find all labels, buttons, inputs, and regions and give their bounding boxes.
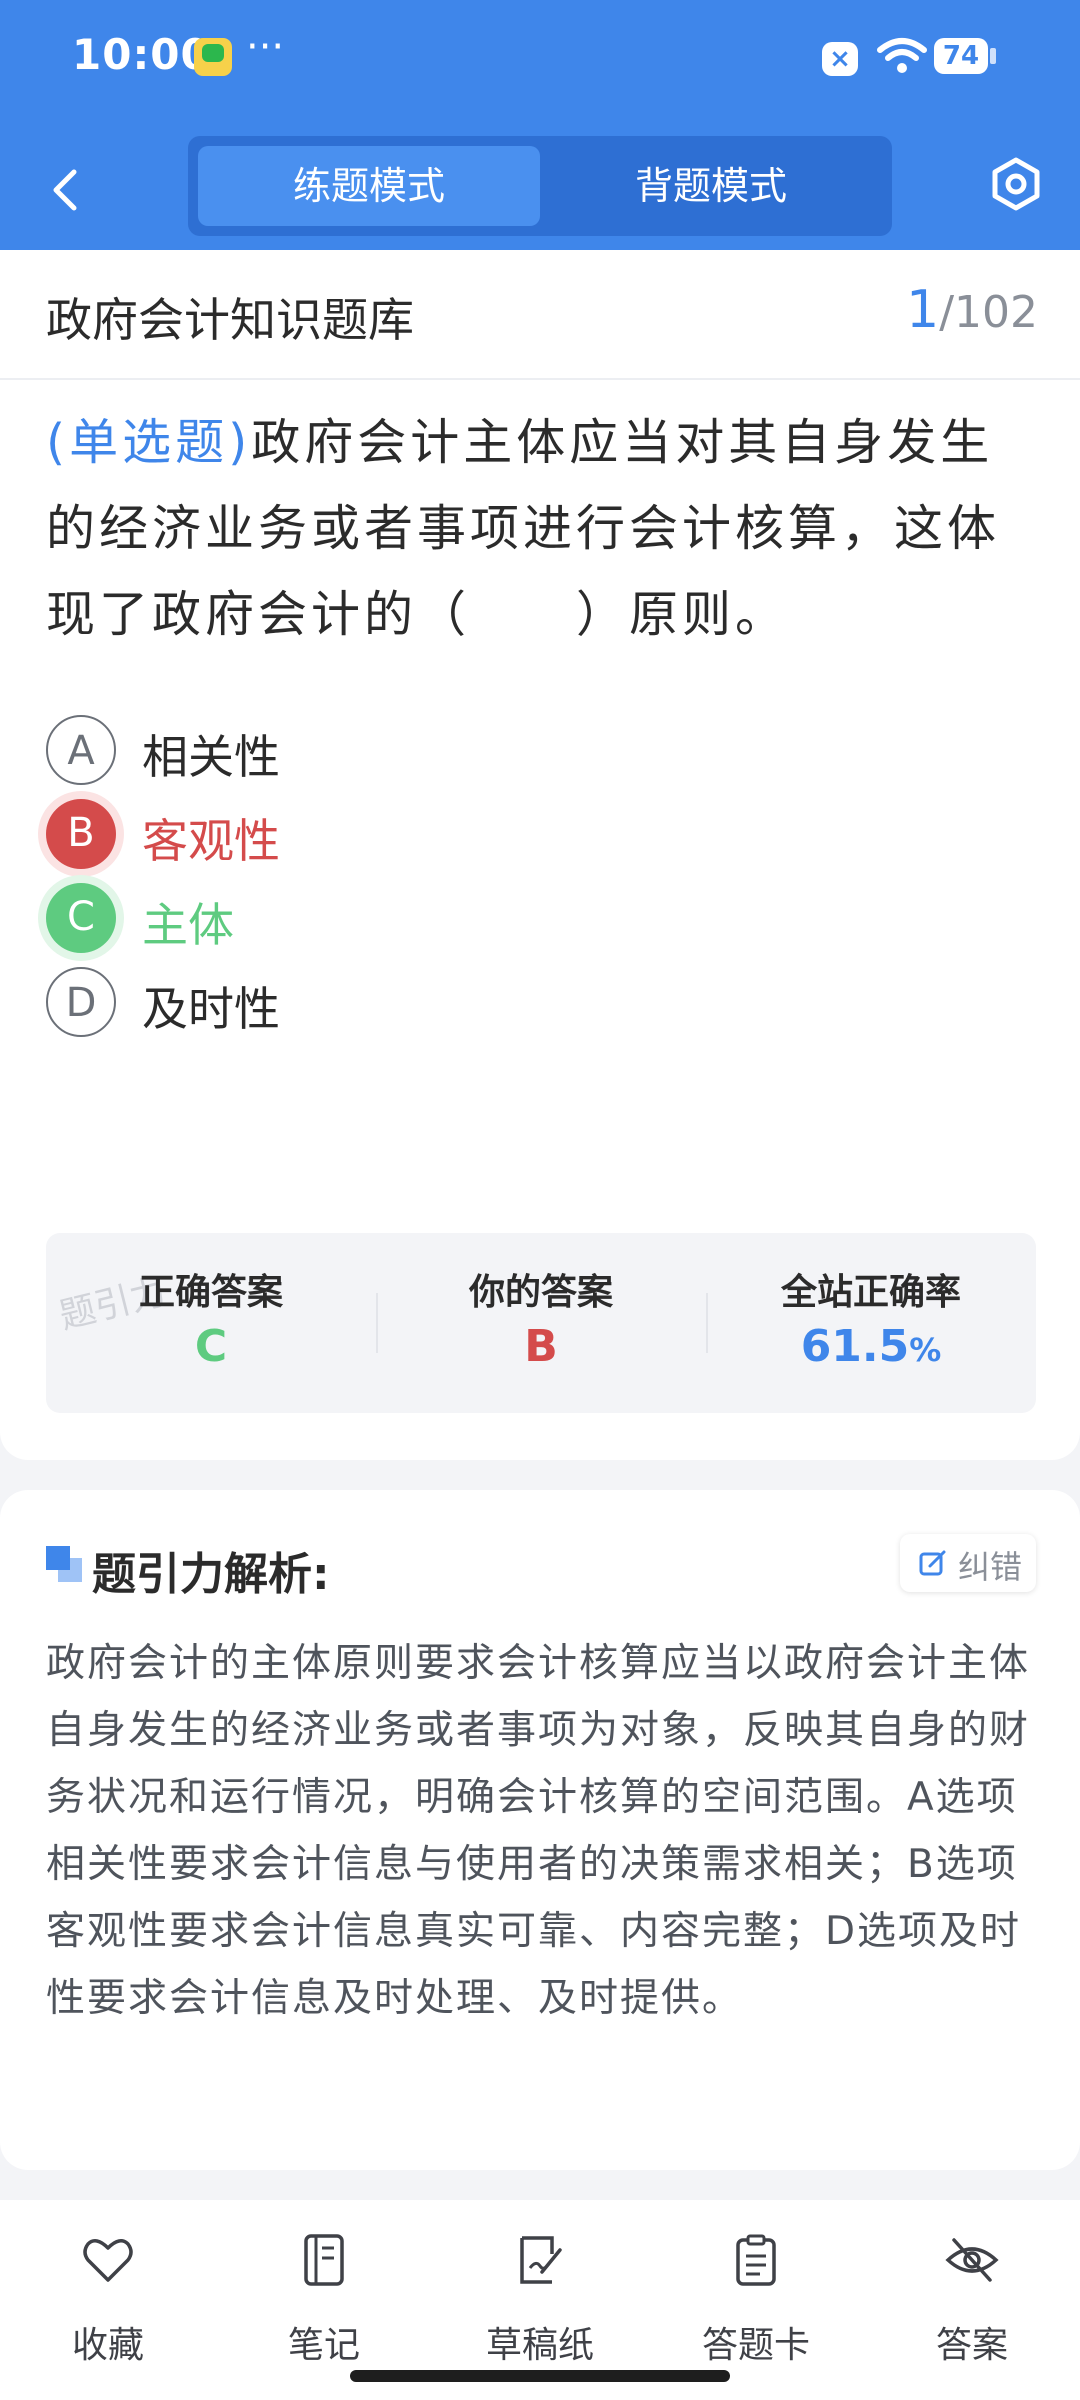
option-letter: D: [46, 967, 116, 1037]
tab-practice-mode[interactable]: 练题模式: [198, 146, 540, 226]
total-questions: /102: [939, 287, 1038, 338]
tab-recite-mode[interactable]: 背题模式: [540, 146, 882, 226]
your-answer: 你的答案 B: [376, 1233, 706, 1413]
correct-answer: 正确答案 C: [46, 1233, 376, 1413]
wifi-icon: [877, 38, 927, 73]
your-answer-value: B: [524, 1321, 558, 1372]
status-time: 10:00: [72, 30, 211, 79]
current-question-number: 1: [906, 280, 940, 340]
home-indicator[interactable]: [350, 2370, 730, 2382]
section-marker-icon: [46, 1546, 82, 1582]
notebook-icon: [304, 2234, 344, 2286]
report-error-button[interactable]: 纠错: [900, 1534, 1036, 1592]
option-text: 及时性: [142, 982, 280, 1036]
option-b[interactable]: B 客观性: [46, 799, 946, 879]
option-text: 主体: [142, 898, 234, 952]
draft-label: 草稿纸: [485, 2325, 594, 2366]
question-bank-title: 政府会计知识题库: [46, 293, 414, 347]
option-letter: C: [46, 883, 116, 953]
clipboard-icon: [736, 2234, 776, 2286]
question-progress: 1/102: [906, 280, 1038, 340]
option-letter: B: [46, 799, 116, 869]
show-answer-button[interactable]: 答案: [872, 2220, 1072, 2366]
analysis-card: 题引力解析: 纠错 政府会计的主体原则要求会计核算应当以政府会计主体自身发生的经…: [0, 1490, 1080, 2170]
question-card: 政府会计知识题库 1/102 (单选题)政府会计主体应当对其自身发生的经济业务或…: [0, 250, 1080, 1460]
answer-card-button[interactable]: 答题卡: [656, 2220, 856, 2366]
analysis-text: 政府会计的主体原则要求会计核算应当以政府会计主体自身发生的经济业务或者事项为对象…: [46, 1641, 1031, 2021]
top-bar: 10:00 ··· × 74 练题模式 背题模式: [0, 0, 1080, 250]
answer-card-label: 答题卡: [701, 2325, 810, 2366]
notes-label: 笔记: [287, 2325, 360, 2366]
notes-button[interactable]: 笔记: [224, 2220, 424, 2366]
site-accuracy: 全站正确率 61.5%: [706, 1233, 1036, 1413]
accuracy-number: 61.5: [800, 1321, 910, 1372]
eye-off-icon: [945, 2238, 999, 2282]
answer-label: 答案: [935, 2325, 1008, 2366]
question-text: (单选题)政府会计主体应当对其自身发生的经济业务或者事项进行会计核算，这体现了政…: [46, 400, 1036, 658]
draft-icon: [520, 2236, 562, 2284]
question-type: (单选题): [46, 414, 252, 471]
draft-paper-button[interactable]: 草稿纸: [440, 2220, 640, 2366]
back-icon[interactable]: [40, 158, 92, 222]
site-accuracy-value: 61.5%: [706, 1321, 1036, 1372]
edit-icon: [919, 1550, 946, 1576]
accuracy-unit: %: [909, 1331, 942, 1369]
option-c[interactable]: C 主体: [46, 883, 946, 963]
option-letter: A: [46, 715, 116, 785]
battery-indicator: 74: [934, 38, 996, 74]
option-text: 相关性: [142, 730, 280, 784]
no-sim-icon: ×: [822, 42, 858, 76]
mode-switch: 练题模式 背题模式: [188, 136, 892, 236]
answer-summary: 题引力 正确答案 C 你的答案 B 全站正确率 61.5%: [46, 1233, 1036, 1413]
option-d[interactable]: D 及时性: [46, 967, 946, 1047]
settings-icon[interactable]: [986, 154, 1046, 214]
favorite-button[interactable]: 收藏: [8, 2220, 208, 2366]
divider: [0, 378, 1080, 380]
site-accuracy-label: 全站正确率: [780, 1272, 961, 1313]
correct-answer-label: 正确答案: [138, 1272, 283, 1313]
more-notifications-icon: ···: [246, 24, 285, 70]
correct-answer-value: C: [194, 1321, 228, 1372]
favorite-label: 收藏: [71, 2325, 144, 2366]
your-answer-label: 你的答案: [468, 1272, 613, 1313]
status-bar: 10:00 ··· × 74: [0, 0, 1080, 120]
report-error-label: 纠错: [958, 1548, 1023, 1586]
nav-bar: 练题模式 背题模式: [0, 130, 1080, 250]
app-notification-icon: [194, 38, 232, 76]
option-a[interactable]: A 相关性: [46, 715, 946, 795]
heart-icon: [83, 2239, 133, 2282]
analysis-title: 题引力解析:: [92, 1549, 330, 1600]
option-text: 客观性: [142, 814, 280, 868]
